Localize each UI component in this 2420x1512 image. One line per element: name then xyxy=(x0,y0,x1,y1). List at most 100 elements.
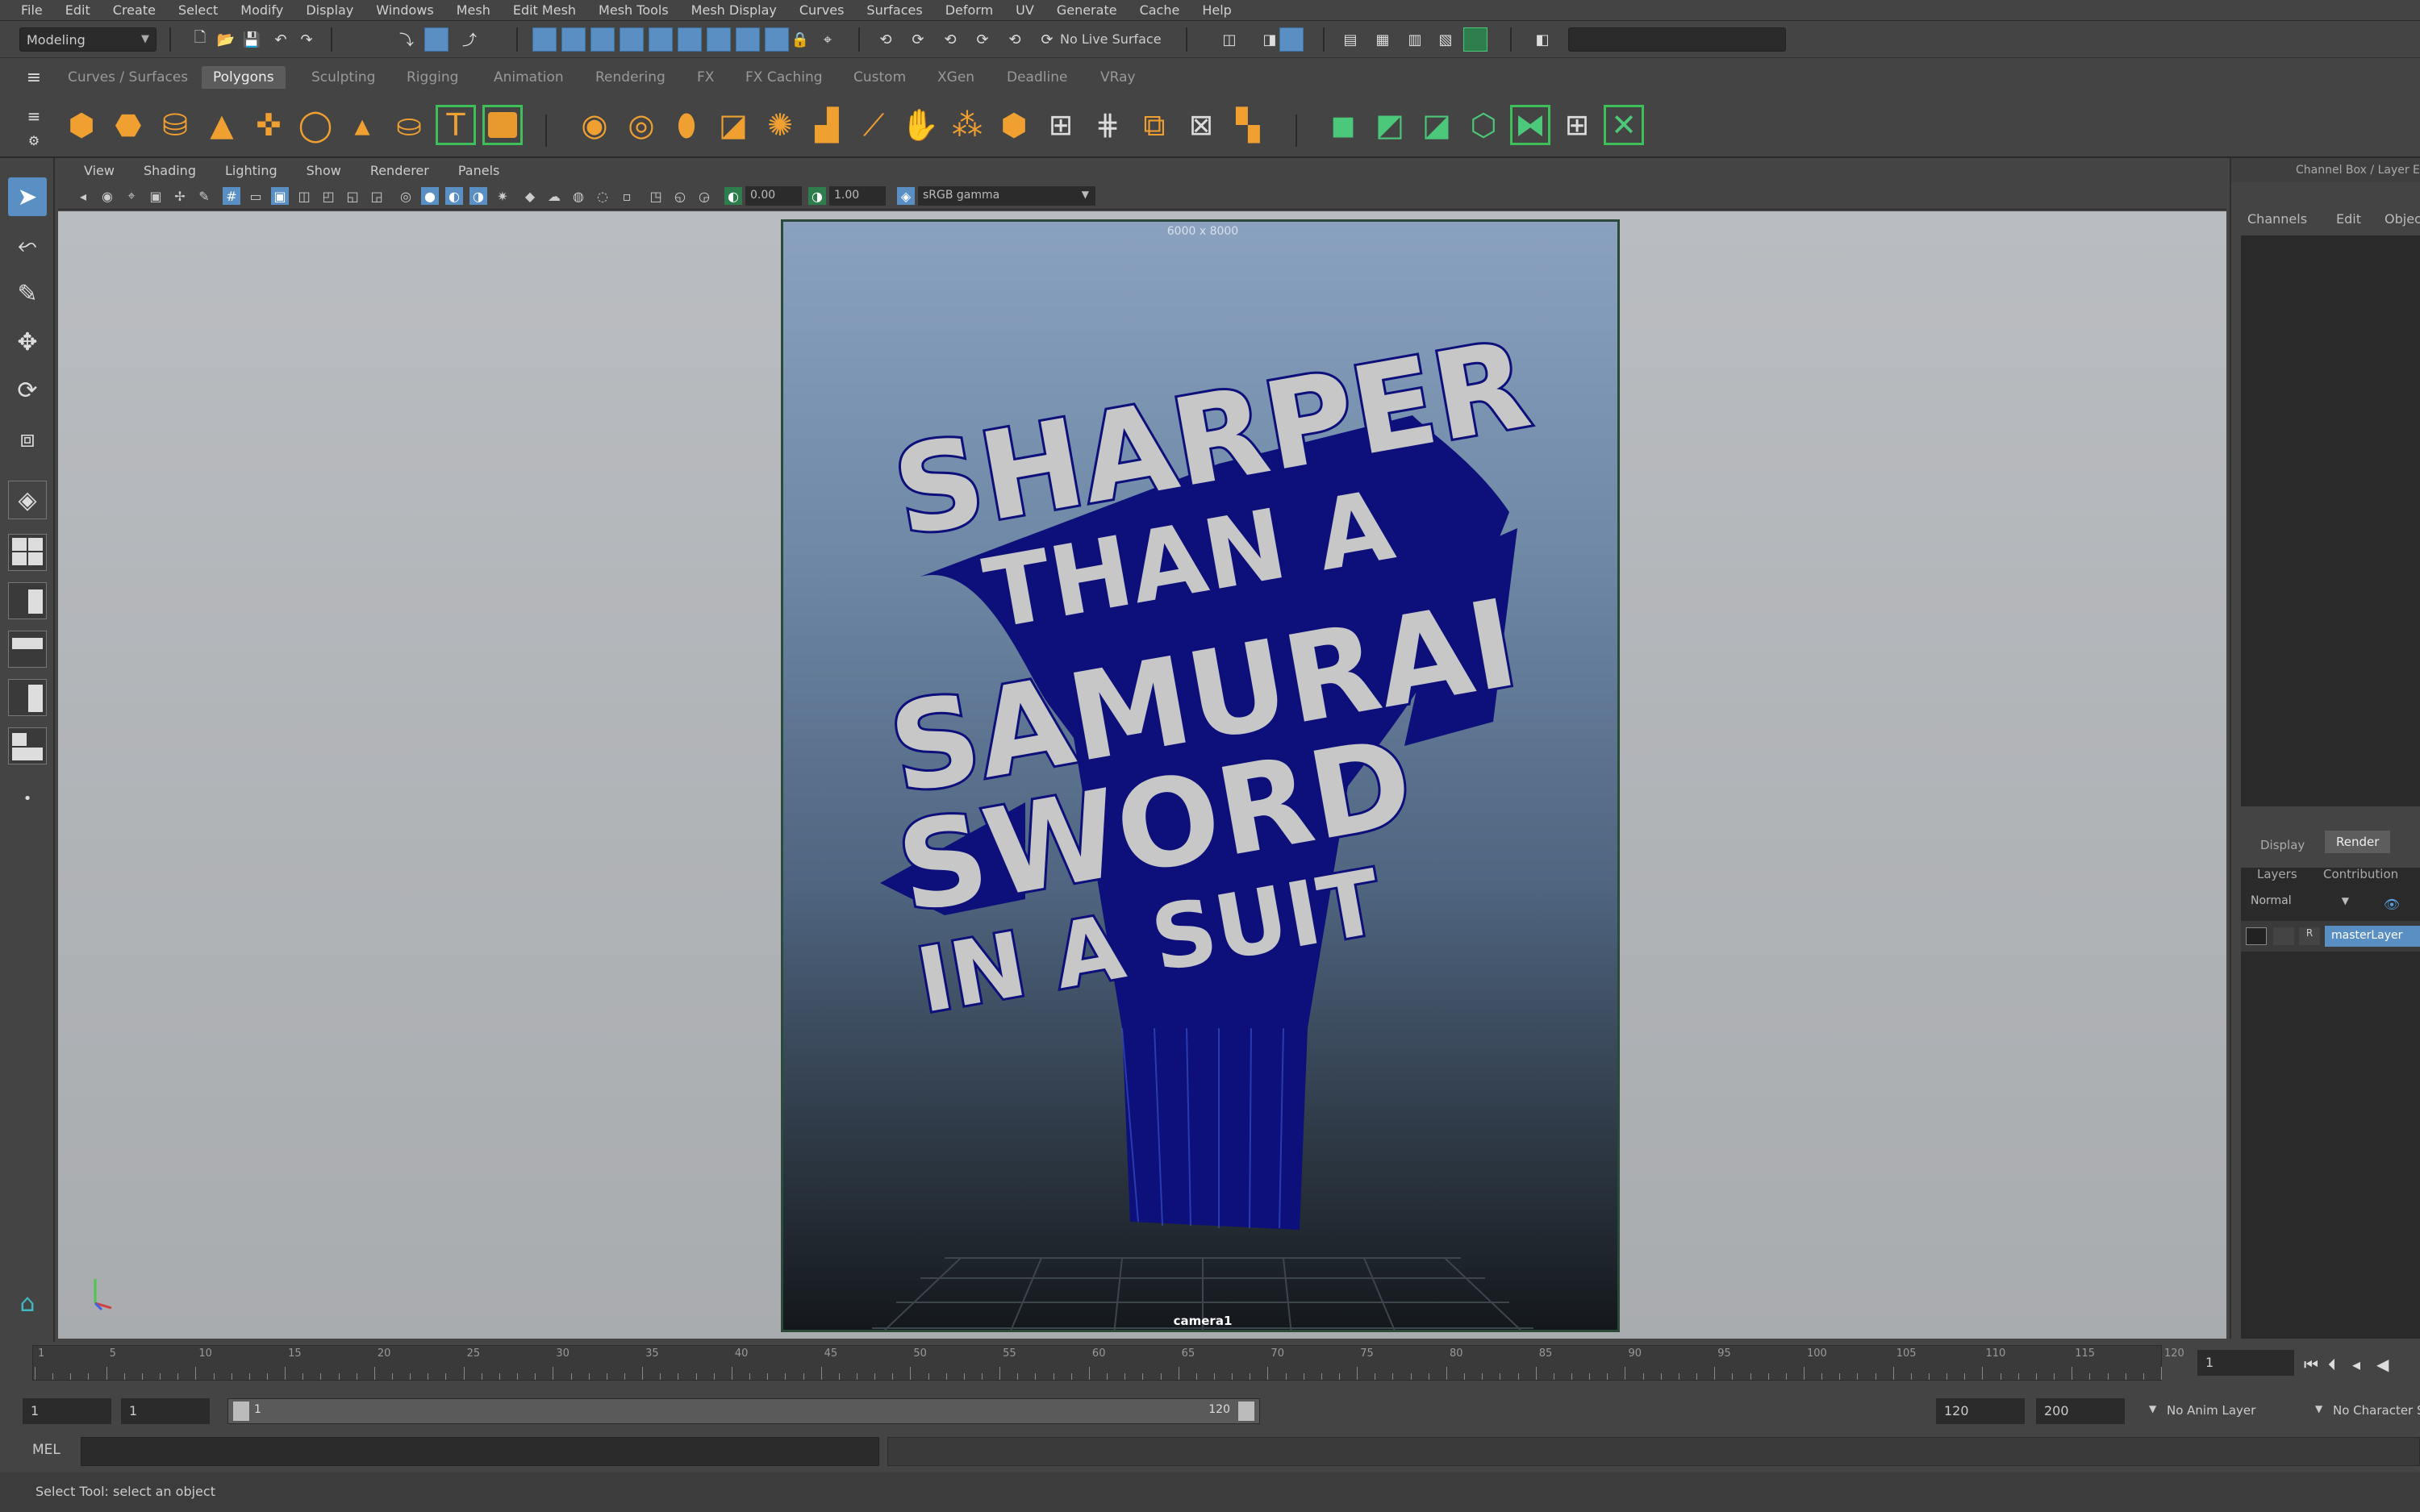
shelf-tab-polygons[interactable]: Polygons xyxy=(202,66,286,89)
menu-uv[interactable]: UV xyxy=(1004,2,1045,18)
shelf-tab-deadline[interactable]: Deadline xyxy=(995,66,1079,89)
menu-deform[interactable]: Deform xyxy=(934,2,1004,18)
paint-select-tool-icon[interactable]: ✎ xyxy=(8,274,47,313)
panel-menu-shading[interactable]: Shading xyxy=(129,163,211,178)
gate-mask-icon[interactable]: ◫ xyxy=(295,187,313,205)
panel-menu-show[interactable]: Show xyxy=(292,163,356,178)
time-ruler[interactable]: 1 5 10 15 20 25 30 35 40 45 50 55 60 65 70 75 80 85 90 95 10… xyxy=(32,1345,2184,1381)
more-layouts-icon[interactable]: • xyxy=(8,779,47,818)
blend-mode-dropdown[interactable]: Normal ▼ xyxy=(2246,892,2355,914)
construction-history-icon[interactable]: ⟳ xyxy=(971,28,994,51)
resolution-gate-icon[interactable]: ▣ xyxy=(271,187,289,205)
2d-pan-zoom-icon[interactable]: ✢ xyxy=(171,187,189,205)
poly-cylinder-icon[interactable]: ⛁ xyxy=(155,105,195,145)
menu-mesh-display[interactable]: Mesh Display xyxy=(680,2,788,18)
mirror-icon[interactable]: ✺ xyxy=(760,105,800,145)
xray-joints-icon[interactable]: ◶ xyxy=(695,187,713,205)
snap-face-icon[interactable] xyxy=(765,27,789,52)
automatic-map-icon[interactable]: ⬡ xyxy=(1463,105,1504,145)
shelf-tab-fx-caching[interactable]: FX Caching xyxy=(734,66,834,89)
svg-to-poly-icon[interactable] xyxy=(482,105,523,145)
go-to-start-icon[interactable]: ⏮ xyxy=(2304,1355,2318,1374)
range-start-handle[interactable] xyxy=(233,1402,249,1421)
live-surface-field[interactable]: No Live Surface xyxy=(1054,27,1175,52)
gamma-icon[interactable]: ◑ xyxy=(808,187,826,205)
screen-space-ao-icon[interactable]: ☁ xyxy=(545,187,563,205)
render-frame-icon[interactable]: ◨ xyxy=(1258,28,1281,51)
command-search-field[interactable] xyxy=(1568,27,1786,52)
unfold-uv-icon[interactable]: ✕ xyxy=(1604,105,1644,145)
poly-plane-icon[interactable]: ✜ xyxy=(248,105,289,145)
undo-icon[interactable]: ↶ xyxy=(269,28,292,51)
fill-hole-icon[interactable]: ⬢ xyxy=(994,105,1034,145)
bookmark-icon[interactable]: ⌖ xyxy=(123,187,140,205)
step-back-key-icon[interactable]: ⏴ xyxy=(2328,1355,2336,1374)
arnold-render-icon[interactable] xyxy=(1463,27,1487,52)
shelf-menu-icon[interactable]: ≡ xyxy=(23,66,45,89)
mel-label[interactable]: MEL xyxy=(32,1442,60,1458)
use-all-lights-icon[interactable]: ✷ xyxy=(494,187,511,205)
grid-icon[interactable]: # xyxy=(223,187,240,205)
combine-icon[interactable]: ◉ xyxy=(574,105,615,145)
camera-attributes-icon[interactable]: ◉ xyxy=(98,187,116,205)
smooth-icon[interactable]: ⬮ xyxy=(666,105,707,145)
anim-layer-dropdown[interactable]: ▼ No Anim Layer xyxy=(2149,1398,2310,1424)
field-chart-icon[interactable]: ◰ xyxy=(319,187,337,205)
shelf-tab-animation[interactable]: Animation xyxy=(482,66,575,89)
menu-help[interactable]: Help xyxy=(1191,2,1242,18)
new-scene-icon[interactable]: 🗋 xyxy=(189,28,211,51)
wireframe-icon[interactable]: ◎ xyxy=(397,187,415,205)
poly-type-icon[interactable]: T xyxy=(436,105,476,145)
grease-pencil-icon[interactable]: ✎ xyxy=(195,187,213,205)
gamma-field[interactable]: 1.00 xyxy=(829,186,886,206)
step-back-frame-icon[interactable]: ◂ xyxy=(2352,1355,2360,1374)
bridge-icon[interactable]: ⟋ xyxy=(853,105,894,145)
shelf-tab-xgen[interactable]: XGen xyxy=(926,66,986,89)
four-view-layout-icon[interactable] xyxy=(8,582,47,619)
character-set-dropdown[interactable]: ▼ No Character Set xyxy=(2315,1398,2420,1424)
snap-vertex-icon[interactable] xyxy=(707,27,731,52)
shelf-tab-custom[interactable]: Custom xyxy=(842,66,917,89)
snap-projected-center-icon[interactable] xyxy=(678,27,702,52)
poly-cone-icon[interactable]: ▲ xyxy=(202,105,242,145)
single-perspective-layout-icon[interactable] xyxy=(8,534,47,571)
select-component-icon[interactable]: ⤴ xyxy=(458,28,481,51)
command-input[interactable] xyxy=(81,1437,879,1466)
render-layers-tab[interactable]: Render xyxy=(2325,831,2391,853)
menu-mesh[interactable]: Mesh xyxy=(445,2,502,18)
last-tool-icon[interactable]: ◈ xyxy=(8,481,47,519)
shelf-tab-fx[interactable]: FX xyxy=(686,66,725,89)
range-end-handle[interactable] xyxy=(1238,1402,1254,1421)
boolean-icon[interactable]: ◪ xyxy=(713,105,753,145)
panel-layout-icon[interactable]: ◧ xyxy=(1531,28,1554,51)
snap-view-plane-icon[interactable] xyxy=(620,27,644,52)
color-management-icon[interactable]: ◈ xyxy=(897,187,915,205)
shelf-tab-curves-surfaces[interactable]: Curves / Surfaces xyxy=(56,66,199,89)
menu-mesh-tools[interactable]: Mesh Tools xyxy=(587,2,680,18)
panel-menu-view[interactable]: View xyxy=(69,163,129,178)
playback-range-bar[interactable]: 1 120 xyxy=(227,1398,1260,1424)
current-frame-field[interactable]: 1 xyxy=(2197,1350,2294,1376)
shelf-tab-rigging[interactable]: Rigging xyxy=(395,66,469,89)
bevel-icon[interactable]: ✋ xyxy=(900,105,941,145)
motion-blur-icon[interactable]: ◍ xyxy=(570,187,587,205)
move-tool-icon[interactable]: ✥ xyxy=(8,323,47,361)
channels-menu[interactable]: Channels xyxy=(2247,211,2307,227)
menu-select[interactable]: Select xyxy=(167,2,229,18)
smooth-shade-icon[interactable]: ● xyxy=(421,187,439,205)
playback-end-field[interactable]: 120 xyxy=(1936,1398,2025,1424)
append-polygon-icon[interactable]: ⁂ xyxy=(947,105,987,145)
animation-end-field[interactable]: 200 xyxy=(2036,1398,2125,1424)
select-tool-icon[interactable]: ➤ xyxy=(8,177,47,216)
layers-menu[interactable]: Layers xyxy=(2246,863,2309,885)
menu-file[interactable]: File xyxy=(10,2,54,18)
rotate-tool-icon[interactable]: ⟳ xyxy=(8,371,47,410)
menu-display[interactable]: Display xyxy=(294,2,365,18)
save-scene-icon[interactable]: 💾 xyxy=(240,28,263,51)
snap-edge-icon[interactable] xyxy=(736,27,760,52)
cylindrical-map-icon[interactable]: ◪ xyxy=(1417,105,1457,145)
camera-select-icon[interactable]: ◂ xyxy=(74,187,92,205)
snap-grid-icon[interactable] xyxy=(532,27,557,52)
shadows-icon[interactable]: ◆ xyxy=(521,187,539,205)
hypershade-layout-icon[interactable] xyxy=(8,727,47,764)
